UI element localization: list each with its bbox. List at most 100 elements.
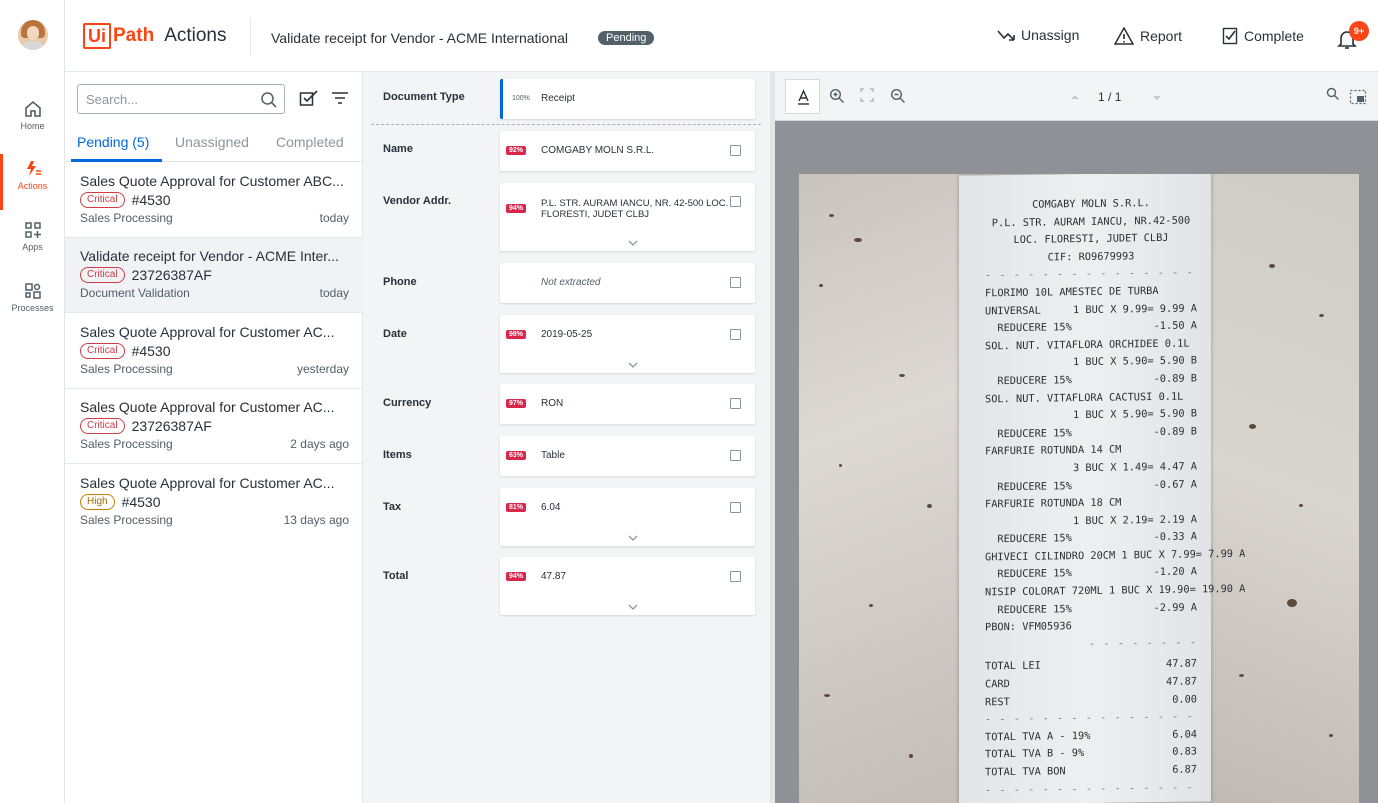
field-card-name[interactable]: 92% COMGABY MOLN S.R.L. bbox=[500, 131, 755, 171]
receipt-line-left: TOTAL TVA B - 9% bbox=[985, 747, 1085, 761]
chevron-down-icon[interactable] bbox=[628, 362, 638, 369]
field-value: Receipt bbox=[541, 93, 575, 104]
apps-icon bbox=[24, 222, 41, 238]
bulk-select-icon[interactable] bbox=[299, 90, 319, 108]
receipt-line-right: 3 BUC X 1.49= 4.47 A bbox=[1073, 460, 1197, 475]
field-card-tax[interactable]: 81% 6.04 bbox=[500, 488, 755, 546]
field-card-currency[interactable]: 97% RON bbox=[500, 384, 755, 424]
task-list-item[interactable]: Sales Quote Approval for Customer ABC...… bbox=[65, 163, 363, 238]
task-time: yesterday bbox=[296, 362, 349, 376]
tab-pending[interactable]: Pending (5) bbox=[77, 134, 149, 150]
section-divider bbox=[371, 124, 761, 125]
document-page[interactable]: COMGABY MOLN S.R.L. P.L. STR. AURAM IANC… bbox=[799, 174, 1359, 803]
chevron-down-icon[interactable] bbox=[628, 604, 638, 611]
rail-item-apps[interactable]: Apps bbox=[0, 215, 65, 271]
previous-page-icon[interactable] bbox=[1070, 94, 1080, 100]
receipt-line: REDUCERE 15% -0.89 B bbox=[985, 423, 1197, 444]
notification-count-badge: 9+ bbox=[1349, 21, 1369, 41]
field-confirm-checkbox[interactable] bbox=[730, 277, 741, 288]
complete-label: Complete bbox=[1244, 28, 1304, 44]
field-confirm-checkbox[interactable] bbox=[730, 450, 741, 461]
report-button[interactable]: Report bbox=[1114, 27, 1182, 45]
text-mode-button[interactable] bbox=[785, 79, 820, 114]
rail-item-processes[interactable]: Processes bbox=[0, 276, 65, 332]
confidence-badge: 63% bbox=[506, 451, 527, 460]
complete-button[interactable]: Complete bbox=[1222, 27, 1304, 45]
receipt-line: REDUCERE 15% -2.99 A bbox=[985, 599, 1197, 620]
tab-unassigned[interactable]: Unassigned bbox=[175, 134, 249, 150]
field-confirm-checkbox[interactable] bbox=[730, 196, 741, 207]
field-card-total[interactable]: 94% 47.87 bbox=[500, 557, 755, 615]
active-tab-indicator bbox=[71, 159, 162, 162]
receipt-line-left: TOTAL TVA A - 19% bbox=[985, 729, 1091, 744]
app-header: Ui Path Actions Validate receipt for Ven… bbox=[65, 0, 1378, 72]
document-viewer: 1 / 1 COMGABY MOLN S.R.L. P.L. STR. AURA… bbox=[775, 72, 1378, 803]
task-id: 23726387AF bbox=[131, 267, 212, 283]
rail-item-home[interactable]: Home bbox=[0, 94, 65, 150]
receipt-line-left: REST bbox=[985, 695, 1010, 709]
receipt-line-right: 1 BUC X 5.90= 5.90 B bbox=[1073, 407, 1197, 422]
user-avatar[interactable] bbox=[18, 20, 48, 50]
priority-badge: Critical bbox=[80, 192, 125, 208]
field-card-vendor-addr[interactable]: 94% P.L. STR. AURAM IANCU, NR. 42-500 LO… bbox=[500, 183, 755, 251]
fit-page-icon[interactable] bbox=[860, 88, 874, 102]
receipt-dashes: - - - - - - - - - - - - - - - - - - - - … bbox=[985, 780, 1197, 796]
confidence-badge: 97% bbox=[506, 399, 527, 408]
task-list-item[interactable]: Sales Quote Approval for Customer AC... … bbox=[65, 465, 363, 540]
next-page-icon[interactable] bbox=[1152, 95, 1162, 101]
field-confirm-checkbox[interactable] bbox=[730, 398, 741, 409]
search-icon[interactable] bbox=[260, 91, 278, 109]
page-current: 1 bbox=[1098, 90, 1105, 104]
receipt-dashes: - - - - - - - - - - - - - - - - - - - - … bbox=[985, 709, 1197, 726]
receipt-line-left: REDUCERE 15% bbox=[985, 426, 1072, 441]
region-select-icon[interactable] bbox=[1349, 89, 1367, 105]
task-id: 23726387AF bbox=[131, 418, 212, 434]
extraction-fields-panel: Document Type 100% Receipt Name 92% COMG… bbox=[363, 72, 770, 803]
left-rail: Home Actions Apps Processes bbox=[0, 0, 65, 803]
receipt-image: COMGABY MOLN S.R.L. P.L. STR. AURAM IANC… bbox=[959, 174, 1245, 803]
task-list-item-selected[interactable]: Validate receipt for Vendor - ACME Inter… bbox=[65, 238, 363, 313]
complete-check-icon bbox=[1222, 27, 1238, 45]
field-value: P.L. STR. AURAM IANCU, NR. 42-500 LOC. FL… bbox=[541, 198, 728, 220]
receipt-line-left: REDUCERE 15% bbox=[985, 532, 1072, 546]
app-name: Actions bbox=[164, 25, 227, 46]
zoom-in-icon[interactable] bbox=[829, 88, 845, 104]
receipt-line-left: NISIP COLORAT 720ML 1 BUC X 19.90= 19.90… bbox=[985, 582, 1246, 599]
receipt-line-right: 1 BUC X 5.90= 5.90 B bbox=[1073, 354, 1197, 369]
page-indicator: 1 / 1 bbox=[1098, 90, 1121, 104]
task-list-item[interactable]: Sales Quote Approval for Customer AC... … bbox=[65, 314, 363, 389]
task-list-item[interactable]: Sales Quote Approval for Customer AC... … bbox=[65, 389, 363, 464]
field-confirm-checkbox[interactable] bbox=[730, 145, 741, 156]
receipt-line-right: 47.87 bbox=[1166, 675, 1197, 688]
field-card-phone[interactable]: Not extracted bbox=[500, 263, 755, 303]
chevron-down-icon[interactable] bbox=[628, 240, 638, 247]
zoom-out-icon[interactable] bbox=[890, 88, 906, 104]
field-value: COMGABY MOLN S.R.L. bbox=[541, 145, 655, 156]
field-confirm-checkbox[interactable] bbox=[730, 571, 741, 582]
receipt-dashes: - - - - - - - - bbox=[1089, 636, 1197, 650]
unassign-button[interactable]: Unassign bbox=[997, 27, 1079, 43]
field-label-name: Name bbox=[383, 143, 413, 155]
task-title: Sales Quote Approval for Customer AC... bbox=[80, 475, 335, 491]
viewer-toolbar: 1 / 1 bbox=[775, 72, 1378, 121]
filter-icon[interactable] bbox=[331, 90, 349, 106]
viewer-search-icon[interactable] bbox=[1326, 87, 1340, 101]
chevron-down-icon[interactable] bbox=[628, 535, 638, 542]
field-card-document-type[interactable]: 100% Receipt bbox=[500, 79, 755, 119]
receipt-tva: TOTAL TVA A - 19% 6.04 TOTAL TVA B - 9% 0.8… bbox=[985, 726, 1197, 782]
tab-completed[interactable]: Completed bbox=[276, 134, 344, 150]
field-label-vendor-addr: Vendor Addr. bbox=[383, 195, 452, 207]
field-confirm-checkbox[interactable] bbox=[730, 502, 741, 513]
field-confirm-checkbox[interactable] bbox=[730, 329, 741, 340]
rail-item-actions[interactable]: Actions bbox=[0, 154, 65, 210]
task-title: Validate receipt for Vendor - ACME Inter… bbox=[80, 248, 339, 264]
field-label-date: Date bbox=[383, 328, 407, 340]
task-time: today bbox=[319, 286, 349, 300]
field-card-date[interactable]: 98% 2019-05-25 bbox=[500, 315, 755, 373]
field-card-items[interactable]: 63% Table bbox=[500, 436, 755, 476]
search-input[interactable] bbox=[78, 85, 248, 113]
field-value-line-2: FLORESTI, JUDET CLBJ bbox=[541, 209, 650, 220]
priority-badge: Critical bbox=[80, 267, 125, 283]
home-icon bbox=[24, 100, 41, 117]
uipath-logo[interactable]: Ui Path Actions bbox=[83, 22, 227, 50]
